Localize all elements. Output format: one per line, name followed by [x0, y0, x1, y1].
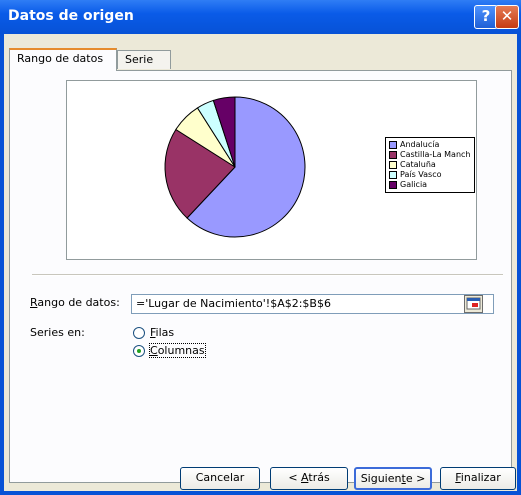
next-button[interactable]: Siguiente >: [354, 467, 432, 490]
tab-panel: Andalucía Castilla-La Mancha Cataluña País …: [9, 70, 512, 483]
columns-radio[interactable]: [133, 345, 145, 357]
chart-preview: Andalucía Castilla-La Mancha Cataluña País …: [66, 80, 477, 260]
window-border-right: [517, 34, 521, 495]
window-border-bottom: [0, 491, 521, 495]
data-range-input[interactable]: ='Lugar de Nacimiento'!$A$2:$B$6: [131, 294, 494, 314]
cancel-button[interactable]: Cancelar: [180, 467, 260, 490]
legend-label-2: Cataluña: [400, 160, 436, 169]
legend-item-4: Galicia: [389, 180, 471, 190]
legend-label-4: Galicia: [400, 180, 428, 189]
series-in-label: Series en:: [30, 326, 85, 339]
tab-data-range-label: Rango de datos: [17, 52, 104, 65]
tab-series-label: Serie: [125, 53, 154, 66]
legend-item-1: Castilla-La Mancha: [389, 150, 471, 160]
rows-radio[interactable]: [133, 327, 145, 339]
legend-label-3: País Vasco: [400, 170, 442, 179]
legend-swatch-4: [389, 180, 397, 189]
legend-swatch-1: [389, 150, 397, 159]
tab-bar: Rango de datos Serie: [4, 48, 517, 71]
columns-label[interactable]: Columnas: [149, 343, 206, 358]
legend-item-3: País Vasco: [389, 170, 471, 180]
dialog-client: Rango de datos Serie Andalucía Castilla-L…: [4, 34, 517, 491]
source-data-dialog: Datos de origen ? ✕ Rango de datos Serie…: [0, 0, 521, 495]
range-select-icon: [466, 297, 481, 310]
help-icon: ?: [481, 7, 491, 25]
legend-swatch-2: [389, 160, 397, 169]
legend-item-0: Andalucía: [389, 140, 471, 150]
separator: [32, 274, 503, 276]
dialog-title: Datos de origen: [8, 8, 134, 24]
close-icon: ✕: [500, 7, 514, 25]
legend-label-0: Andalucía: [400, 140, 440, 149]
collapse-dialog-button[interactable]: [464, 295, 483, 313]
legend-swatch-3: [389, 170, 397, 179]
close-button[interactable]: ✕: [495, 5, 519, 29]
title-bar[interactable]: Datos de origen ? ✕: [0, 0, 521, 34]
legend-label-1: Castilla-La Mancha: [400, 150, 471, 159]
legend-swatch-0: [389, 140, 397, 149]
chart-legend: Andalucía Castilla-La Mancha Cataluña País …: [385, 137, 475, 193]
tab-series[interactable]: Serie: [117, 50, 171, 69]
back-button[interactable]: < Atrás: [270, 467, 348, 490]
range-label: Rango de datos:: [30, 296, 120, 309]
finish-button[interactable]: Finalizar: [440, 467, 516, 490]
legend-item-2: Cataluña: [389, 160, 471, 170]
rows-label[interactable]: Filas: [150, 326, 174, 339]
tab-data-range[interactable]: Rango de datos: [9, 48, 117, 71]
